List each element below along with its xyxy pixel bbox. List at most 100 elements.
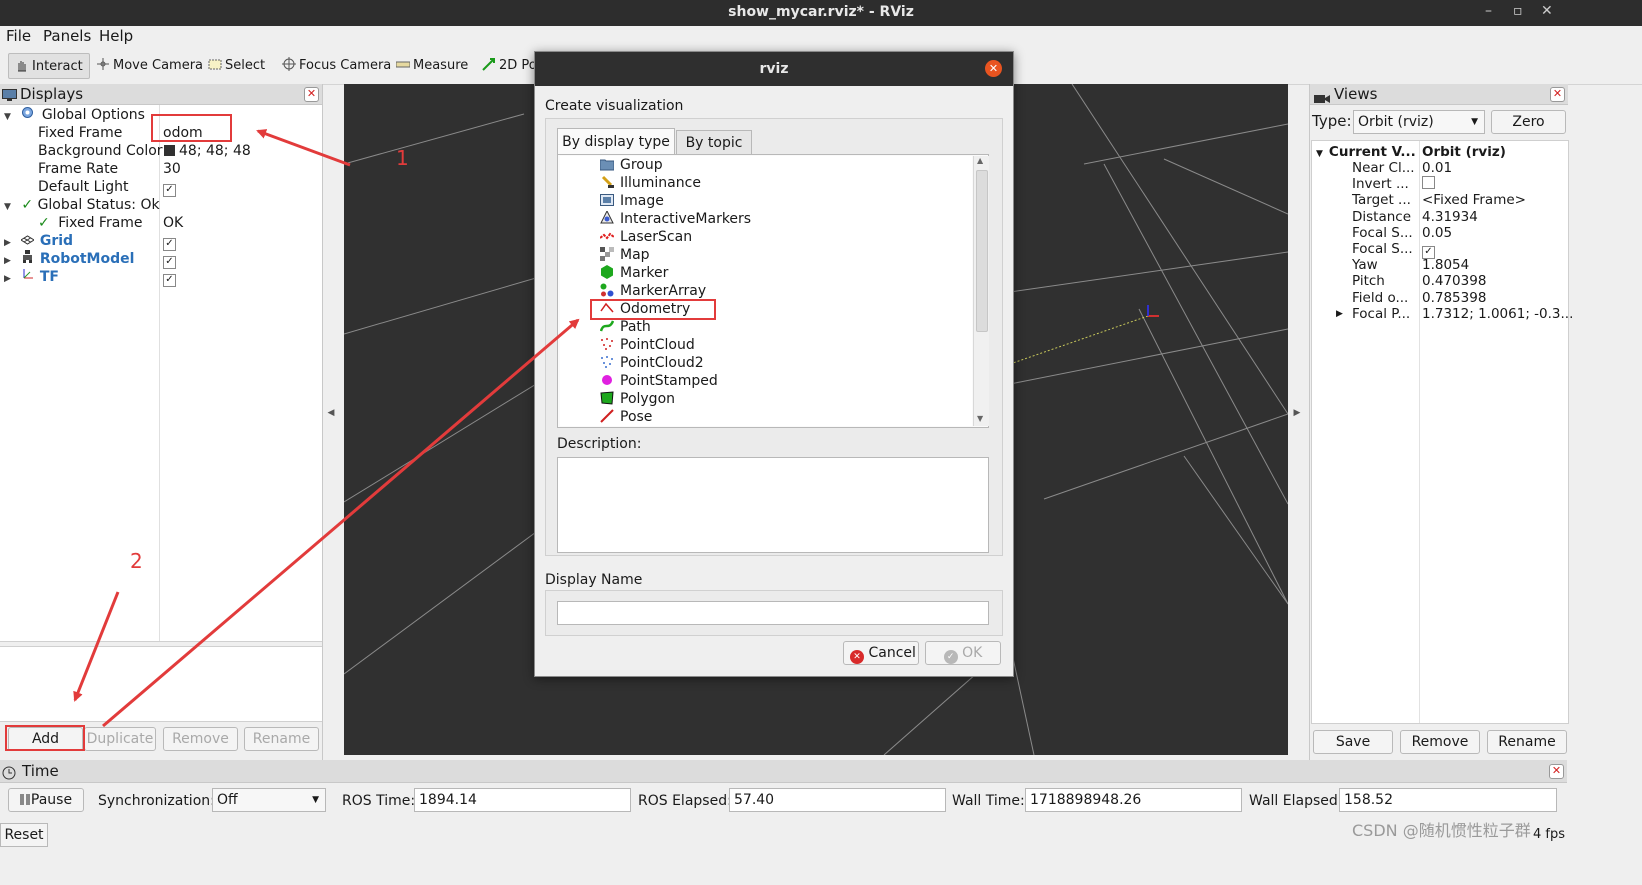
duplicate-button[interactable]: Duplicate	[84, 727, 156, 751]
views-close-icon[interactable]: ✕	[1550, 87, 1565, 102]
robot-icon	[21, 250, 35, 268]
ros-elapsed-field[interactable]: 57.40	[729, 788, 946, 812]
list-item-pointcloud2[interactable]: PointCloud2	[600, 354, 704, 372]
color-swatch	[164, 145, 175, 156]
wall-elapsed-field[interactable]: 158.52	[1339, 788, 1557, 812]
time-title: Time	[22, 762, 59, 780]
view-property-value[interactable]: 0.01	[1422, 160, 1452, 176]
menu-bar: File Panels Help	[0, 26, 1642, 48]
views-save-button[interactable]: Save	[1313, 730, 1393, 754]
scroll-down-icon[interactable]: ▼	[977, 414, 983, 423]
wall-time-field[interactable]: 1718898948.26	[1025, 788, 1242, 812]
select-tool[interactable]: Select	[202, 53, 271, 79]
remove-button[interactable]: Remove	[163, 727, 238, 751]
tf-checkbox[interactable]: ✓	[163, 268, 176, 287]
grid-label: Grid	[39, 233, 74, 249]
scrollbar-thumb[interactable]	[976, 170, 988, 332]
image-icon	[600, 193, 614, 207]
focus-camera-tool[interactable]: Focus Camera	[276, 53, 397, 79]
minimize-icon[interactable]: –	[1485, 3, 1492, 19]
right-collapse-icon[interactable]: ▶	[1290, 408, 1304, 418]
time-panel: Time ✕ Pause Synchronization: Off ▼ ROS …	[0, 760, 1567, 885]
scroll-up-icon[interactable]: ▲	[977, 156, 983, 165]
cancel-button[interactable]: ✕ Cancel	[843, 641, 919, 665]
rename-button[interactable]: Rename	[244, 727, 319, 751]
tab-by-topic[interactable]: By topic	[676, 130, 752, 154]
menu-file[interactable]: File	[6, 27, 31, 45]
current-view-row[interactable]: ▼ Current V...	[1316, 144, 1416, 160]
chevron-down-icon: ▼	[312, 795, 319, 805]
display-name-input[interactable]	[557, 601, 989, 625]
view-property-value[interactable]: 1.7312; 1.0061; -0.3...	[1422, 306, 1573, 322]
menu-panels[interactable]: Panels	[43, 27, 91, 45]
illuminance-icon	[600, 175, 614, 189]
ros-time-field[interactable]: 1894.14	[414, 788, 631, 812]
view-property-value[interactable]: 0.470398	[1422, 273, 1486, 289]
check-icon: ✓	[21, 197, 34, 213]
grid-row[interactable]: ▶ Grid	[4, 232, 73, 250]
focus-camera-icon	[282, 55, 296, 71]
global-options-row[interactable]: ▼ Global Options	[4, 106, 145, 124]
view-type-select[interactable]: Orbit (rviz) ▼	[1353, 110, 1485, 134]
zero-button[interactable]: Zero	[1491, 110, 1566, 134]
left-collapse-icon[interactable]: ◀	[324, 408, 338, 418]
list-item-map[interactable]: Map	[600, 246, 650, 264]
view-property-value[interactable]: ✓	[1422, 241, 1435, 259]
global-status-row[interactable]: ▼ ✓ Global Status: Ok	[4, 196, 160, 214]
views-remove-button[interactable]: Remove	[1400, 730, 1480, 754]
window-title: show_mycar.rviz* - RViz	[728, 4, 914, 20]
frame-rate-value[interactable]: 30	[163, 160, 181, 178]
cancel-label: Cancel	[868, 645, 916, 661]
pause-button[interactable]: Pause	[8, 788, 84, 812]
list-item-pose[interactable]: Pose	[600, 408, 652, 426]
view-property-value[interactable]	[1422, 176, 1435, 192]
list-item-polygon[interactable]: Polygon	[600, 390, 675, 408]
display-type-list[interactable]: Group Illuminance Image InteractiveMarke…	[560, 156, 972, 426]
list-item-pointcloud[interactable]: PointCloud	[600, 336, 695, 354]
robotmodel-row[interactable]: ▶ RobotModel	[4, 250, 134, 268]
time-close-icon[interactable]: ✕	[1549, 764, 1564, 779]
grid-checkbox[interactable]: ✓	[163, 232, 176, 251]
list-item-interactivemarkers[interactable]: InteractiveMarkers	[600, 209, 751, 228]
close-window-icon[interactable]: ✕	[1541, 3, 1553, 19]
marker-icon	[600, 265, 614, 279]
view-property-value[interactable]: <Fixed Frame>	[1422, 192, 1526, 208]
background-color-value[interactable]: 48; 48; 48	[164, 142, 251, 160]
views-rename-button[interactable]: Rename	[1487, 730, 1567, 754]
view-property-value[interactable]: 0.05	[1422, 225, 1452, 241]
list-item-path[interactable]: Path	[599, 318, 651, 336]
tf-row[interactable]: ▶ TF	[4, 268, 59, 286]
list-item-pointstamped[interactable]: PointStamped	[600, 372, 718, 390]
check-icon: ✓	[38, 215, 50, 231]
list-item-group[interactable]: Group	[599, 156, 663, 174]
view-property-value[interactable]: 4.31934	[1422, 209, 1478, 225]
sync-select[interactable]: Off ▼	[212, 788, 326, 812]
tab-by-display-type[interactable]: By display type	[557, 128, 675, 154]
interact-tool[interactable]: Interact	[8, 53, 90, 79]
menu-help[interactable]: Help	[99, 27, 133, 45]
list-item-laserscan[interactable]: LaserScan	[599, 228, 692, 246]
list-item-image[interactable]: Image	[600, 192, 664, 210]
default-light-label: Default Light	[38, 179, 129, 195]
view-property-key: Yaw	[1352, 257, 1378, 274]
pointcloud2-icon	[600, 355, 614, 369]
reset-button[interactable]: Reset	[0, 823, 48, 847]
list-item-illuminance[interactable]: Illuminance	[600, 174, 701, 192]
list-item-marker[interactable]: Marker	[600, 264, 668, 282]
measure-tool[interactable]: Measure	[390, 53, 474, 79]
maximize-icon[interactable]: ▫	[1513, 3, 1523, 19]
view-property-value[interactable]: 0.785398	[1422, 290, 1486, 306]
pause-icon	[19, 790, 31, 805]
move-camera-tool[interactable]: Move Camera	[90, 53, 209, 79]
displays-close-icon[interactable]: ✕	[304, 87, 319, 102]
ok-button[interactable]: ✓ OK	[925, 641, 1001, 665]
robotmodel-checkbox[interactable]: ✓	[163, 250, 176, 269]
view-property-checkbox[interactable]	[1422, 176, 1435, 190]
list-item-markerarray[interactable]: MarkerArray	[600, 282, 706, 300]
list-scrollbar[interactable]: ▲ ▼	[973, 156, 989, 426]
default-light-checkbox[interactable]: ✓	[163, 178, 176, 197]
expand-arrow-icon[interactable]: ▶	[1336, 306, 1343, 322]
tf-axes-icon	[21, 268, 35, 286]
view-property-value[interactable]: 1.8054	[1422, 257, 1469, 273]
dialog-close-icon[interactable]: ✕	[985, 60, 1002, 77]
